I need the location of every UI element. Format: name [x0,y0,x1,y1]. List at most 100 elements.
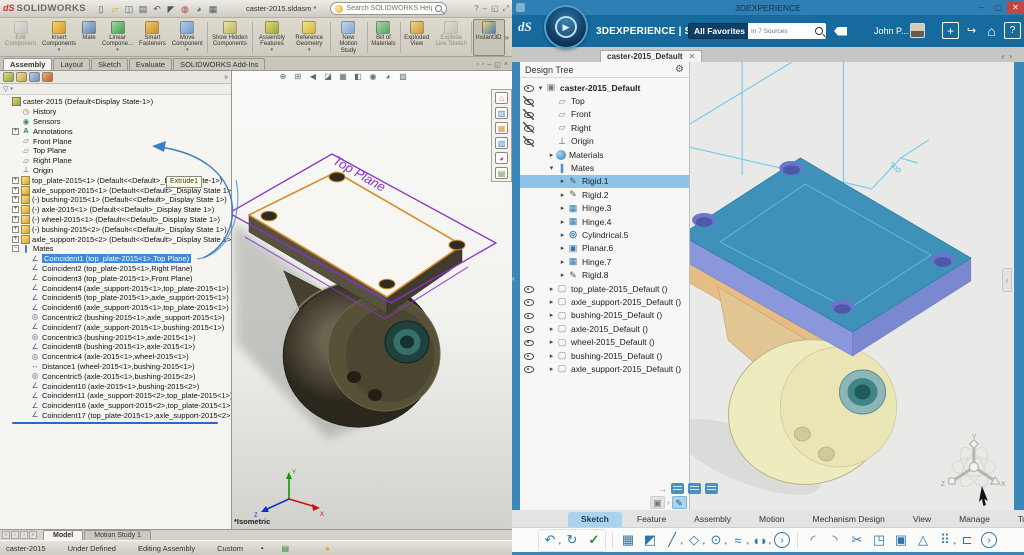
search-icon[interactable] [815,27,823,35]
display-tile-icon[interactable] [705,483,718,494]
filter-dropdown-icon[interactable]: ▾ [10,86,13,92]
tab-manage[interactable]: Manage [946,512,1003,527]
design-tree-item[interactable]: ▾caster-2015_Default [520,81,689,94]
tree-item[interactable]: −Mates [0,244,231,254]
collapse-right-icon[interactable]: ‹ [1002,268,1012,292]
design-library-icon[interactable]: ▦ [495,122,508,134]
previous-view-icon[interactable]: ◀ [308,72,318,81]
rectangle-icon[interactable]: ◇▾ [683,530,705,551]
file-explorer-icon[interactable]: ▧ [495,137,508,149]
expand-icon[interactable]: + [12,206,19,213]
mate-item[interactable]: Coincident4 (axle_support-2015<1>,top_pl… [0,283,231,293]
tree-filter[interactable]: ▽ ▾ [0,84,231,95]
xp-3d-viewport[interactable]: Top [690,62,1014,510]
mate-item[interactable]: Coincident5 (top_plate-2015<1>,axle_supp… [0,293,231,303]
quick-tip-icon[interactable]: ● [325,544,330,553]
tree-item[interactable]: +(-) wheel-2015<1> (Default<<Default>_Di… [0,215,231,225]
propertymanager-tab-icon[interactable] [16,72,27,82]
view-compass-icon[interactable]: Y X Z [941,434,1006,506]
zoom-fit-icon[interactable]: ⊕ [278,72,288,81]
mate-item[interactable]: Coincident16 (axle_support-2015<2>,top_p… [0,401,231,411]
new-doc-icon[interactable]: ▯ [95,3,107,15]
tab-assembly[interactable]: Assembly [3,58,52,70]
sync-icon[interactable]: ↻ [561,530,583,551]
help-search-input[interactable] [346,5,432,12]
redirect-arrow-icon[interactable]: → [658,484,667,494]
mate-item[interactable]: Coincident1 (top_plate-2015<1>,Top Plane… [0,254,231,264]
tree-item[interactable]: Right Plane [0,156,231,166]
mate-item[interactable]: Coincident3 (top_plate-2015<1>,Front Pla… [0,273,231,283]
tree-item[interactable]: +(-) axle-2015<1> (Default<<Default>_Dis… [0,205,231,215]
display-style-icon[interactable]: ◧ [353,72,363,81]
3dexperience-compass-icon[interactable]: ▶ [544,5,588,49]
status-config[interactable]: Custom [217,544,243,553]
chevron-down-icon[interactable]: ▾ [58,48,61,53]
mate-item[interactable]: Distance1 (wheel-2015<1>,bushing-2015<1>… [0,362,231,372]
eye-hidden-icon[interactable] [523,109,534,120]
mate-item[interactable]: Coincident11 (axle_support-2015<2>,top_p… [0,391,231,401]
design-tree-item[interactable]: ▸Hinge.3 [520,202,689,215]
expand-icon[interactable]: + [12,128,19,135]
fillet-icon[interactable]: ◝ [824,530,846,551]
tab-scroll-arrows[interactable]: ‹› [1002,52,1012,61]
home-icon[interactable]: ⌂ [495,92,508,104]
ribbon-new-motion-study-button[interactable]: New Motion Study [331,19,366,56]
print-icon[interactable]: ▤ [137,3,149,15]
restore-icon[interactable]: ◱ [491,4,499,13]
view-orientation-icon[interactable]: ▦ [338,72,348,81]
design-tree-item[interactable]: ▸Rigid.8 [520,268,689,281]
scene-icon[interactable]: ▨ [398,72,408,81]
doc-min-icon[interactable]: – [487,61,491,69]
mate-item[interactable]: Coincident8 (bushing-2015<1>,axle-2015<1… [0,342,231,352]
share-icon[interactable]: ↪ [963,22,980,39]
more-icon[interactable]: › [981,532,997,548]
ribbon-exploded-view-button[interactable]: Exploded View [401,19,432,56]
zoom-area-icon[interactable]: ⊞ [293,72,303,81]
global-search[interactable] [748,23,826,39]
assembly-crumb-icon[interactable]: ▣ [650,496,665,509]
display-tile-icon[interactable] [688,483,701,494]
design-tree-item[interactable]: ▸axle-2015_Default () [520,322,689,335]
palette-icon[interactable]: ◕ [495,152,508,164]
expand-icon[interactable]: + [12,196,19,203]
help-icon[interactable]: ? [1004,22,1021,39]
mate-item[interactable]: Coincident6 (axle_support-2015<1>,top_pl… [0,303,231,313]
close-icon[interactable]: ⤢ [503,4,509,14]
tab-view[interactable]: View [900,512,944,527]
minimize-icon[interactable]: – [483,4,487,13]
ribbon-explode-line-sketch-button[interactable]: Explode Line Sketch [432,19,470,56]
tree-item[interactable]: Origin [0,166,231,176]
hide-show-icon[interactable]: ◉ [368,72,378,81]
sketch-orient-icon[interactable]: ◩ [639,530,661,551]
triangle-icon[interactable]: △ [912,530,934,551]
settings-gear-icon[interactable]: ⚙ [675,64,684,75]
tab-layout[interactable]: Layout [53,58,90,70]
add-icon[interactable]: + [942,22,959,39]
chevron-down-icon[interactable]: ▾ [271,48,274,53]
rebuild-icon[interactable]: ◍ [179,3,191,15]
tree-item[interactable]: +Annotations [0,126,231,136]
tab-motion[interactable]: Motion [746,512,798,527]
design-tree-item[interactable]: ▸bushing-2015_Default () [520,309,689,322]
resources-icon[interactable]: ▥ [495,107,508,119]
collapse-left-icon[interactable]: ‹ [512,274,515,283]
tree-item[interactable]: Sensors [0,117,231,127]
ribbon-move-component-button[interactable]: Move Component▾ [169,19,206,56]
design-tree-item[interactable]: ▸Rigid.2 [520,188,689,201]
user-name[interactable]: John P... [874,26,908,36]
design-tree-item[interactable]: Origin [520,135,689,148]
chevron-down-icon[interactable]: ▾ [186,48,189,53]
link-check-icon[interactable]: ✓ [583,530,605,551]
doc-tab-model[interactable]: Model [43,530,83,540]
slot-icon[interactable]: ◖◗▾ [749,530,771,551]
tree-item[interactable]: History [0,107,231,117]
config-dropdown-icon[interactable]: ▴ [261,545,264,551]
rollback-bar[interactable] [12,422,218,424]
configurations-tab-icon[interactable] [29,72,40,82]
maximize-icon[interactable]: ▢ [990,1,1007,14]
close-tab-icon[interactable]: ✕ [689,52,696,61]
doc-close-icon[interactable]: × [504,61,508,69]
circle-icon[interactable]: ⊙▾ [705,530,727,551]
design-tree-item[interactable]: ▾Mates [520,161,689,174]
tag-icon[interactable] [834,27,847,36]
